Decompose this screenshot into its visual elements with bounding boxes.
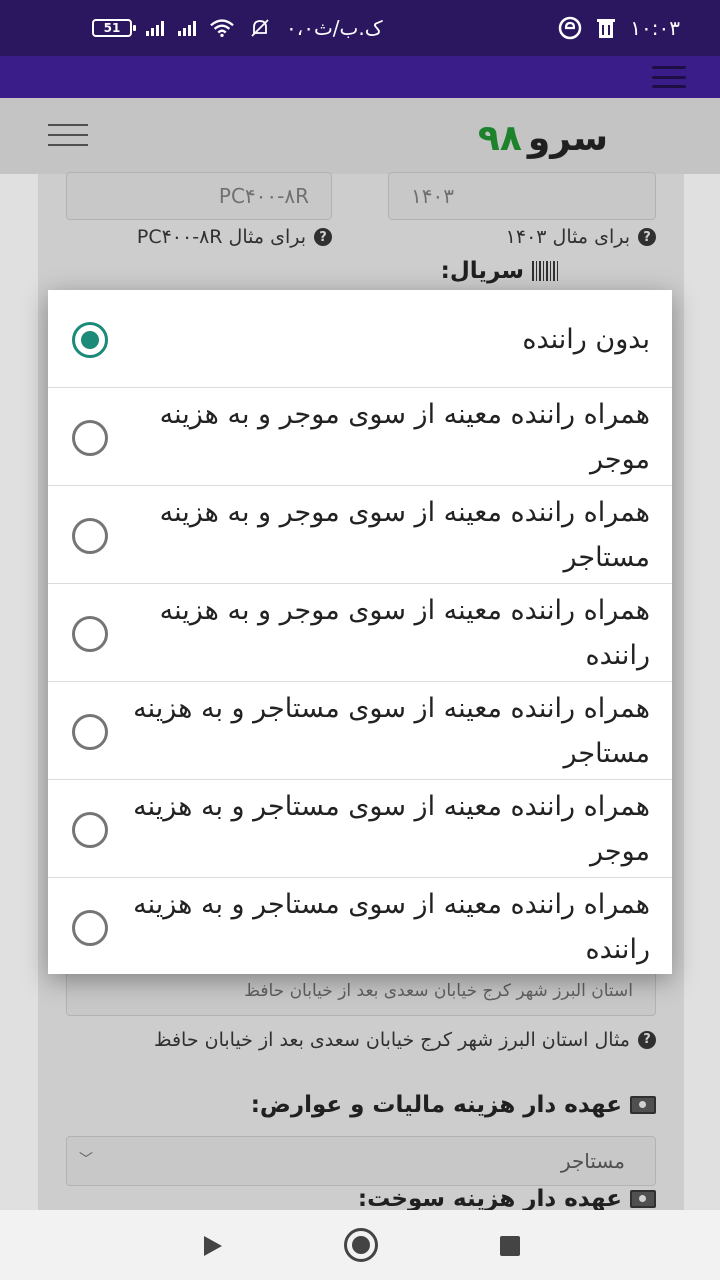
option-driver-lessee-cost-lessor[interactable]: همراه راننده معینه از سوی مستاجر و به هز… [48,780,672,878]
option-driver-lessor-cost-lessee[interactable]: همراه راننده معینه از سوی موجر و به هزین… [48,486,672,584]
top-app-bar [0,56,720,98]
radio-button[interactable] [72,518,108,554]
radio-button[interactable] [72,616,108,652]
radio-button[interactable] [72,714,108,750]
wifi-icon [210,16,234,40]
option-label: همراه راننده معینه از سوی موجر و به هزین… [159,399,650,475]
back-icon[interactable] [204,1236,222,1256]
signal-icon [146,20,164,36]
bell-off-icon [248,16,272,40]
recent-apps-icon[interactable] [500,1236,520,1256]
browser-icon [558,16,582,40]
battery-level: 51 [103,21,121,35]
signal-icon-2 [178,20,196,36]
option-driver-lessee-cost-driver[interactable]: همراه راننده معینه از سوی مستاجر و به هز… [48,878,672,976]
battery-icon: 51 [92,19,136,37]
carrier-speed: ۰،۰ک.ب/ث [286,16,383,40]
option-label: همراه راننده معینه از سوی مستاجر و به هز… [133,791,650,867]
option-label: بدون راننده [522,323,650,355]
status-bar: 51 ۰،۰ک.ب/ث ۱۰:۰۳ [0,0,720,56]
option-label: همراه راننده معینه از سوی موجر و به هزین… [159,595,650,671]
option-driver-lessor-cost-lessor[interactable]: همراه راننده معینه از سوی موجر و به هزین… [48,388,672,486]
trash-icon [594,16,618,40]
home-icon[interactable] [344,1228,378,1262]
radio-button[interactable] [72,420,108,456]
driver-option-dialog: بدون راننده همراه راننده معینه از سوی مو… [48,290,672,974]
option-driver-lessee-cost-lessee[interactable]: همراه راننده معینه از سوی مستاجر و به هز… [48,682,672,780]
option-no-driver[interactable]: بدون راننده [48,290,672,388]
radio-button-checked[interactable] [72,322,108,358]
option-label: همراه راننده معینه از سوی مستاجر و به هز… [133,693,650,769]
option-driver-lessor-cost-driver[interactable]: همراه راننده معینه از سوی موجر و به هزین… [48,584,672,682]
clock: ۱۰:۰۳ [630,16,680,40]
radio-button[interactable] [72,910,108,946]
menu-icon[interactable] [652,66,686,88]
radio-button[interactable] [72,812,108,848]
option-label: همراه راننده معینه از سوی موجر و به هزین… [159,497,650,573]
option-label: همراه راننده معینه از سوی مستاجر و به هز… [133,889,650,965]
